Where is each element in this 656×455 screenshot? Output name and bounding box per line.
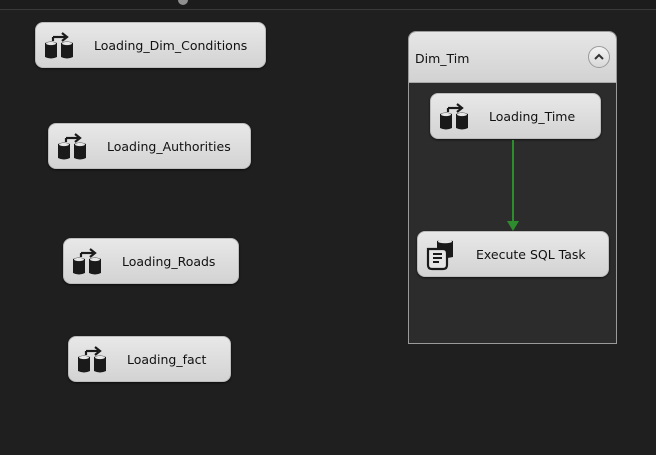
task-loading-time[interactable]: Loading_Time xyxy=(430,93,601,139)
canvas-top-edge xyxy=(0,0,656,10)
data-flow-task-icon xyxy=(40,27,78,63)
execute-sql-task-icon xyxy=(422,236,460,272)
task-label: Loading_Dim_Conditions xyxy=(94,37,248,53)
task-label: Loading_Time xyxy=(489,108,576,124)
collapse-button[interactable] xyxy=(588,46,610,68)
task-label: Loading_fact xyxy=(127,351,207,367)
task-label: Loading_Roads xyxy=(122,253,216,269)
data-flow-task-icon xyxy=(53,128,91,164)
data-flow-task-icon xyxy=(73,341,111,377)
task-label: Loading_Authorities xyxy=(107,138,231,154)
task-execute-sql[interactable]: Execute SQL Task xyxy=(417,231,609,277)
control-flow-canvas[interactable]: Loading_Dim_Conditions Loading_Authoriti… xyxy=(0,0,656,455)
data-flow-task-icon xyxy=(435,98,473,134)
sequence-container-dim-tim[interactable]: Dim_Tim xyxy=(408,31,617,344)
container-header[interactable]: Dim_Tim xyxy=(409,32,616,83)
task-loading-roads[interactable]: Loading_Roads xyxy=(63,238,239,284)
task-loading-authorities[interactable]: Loading_Authorities xyxy=(48,123,251,169)
container-title: Dim_Tim xyxy=(415,51,470,66)
scroll-nub xyxy=(178,0,188,5)
data-flow-task-icon xyxy=(68,243,106,279)
task-label: Execute SQL Task xyxy=(476,246,586,262)
task-loading-fact[interactable]: Loading_fact xyxy=(68,336,231,382)
task-loading-dim-conditions[interactable]: Loading_Dim_Conditions xyxy=(35,22,266,68)
chevron-up-icon xyxy=(594,53,604,60)
